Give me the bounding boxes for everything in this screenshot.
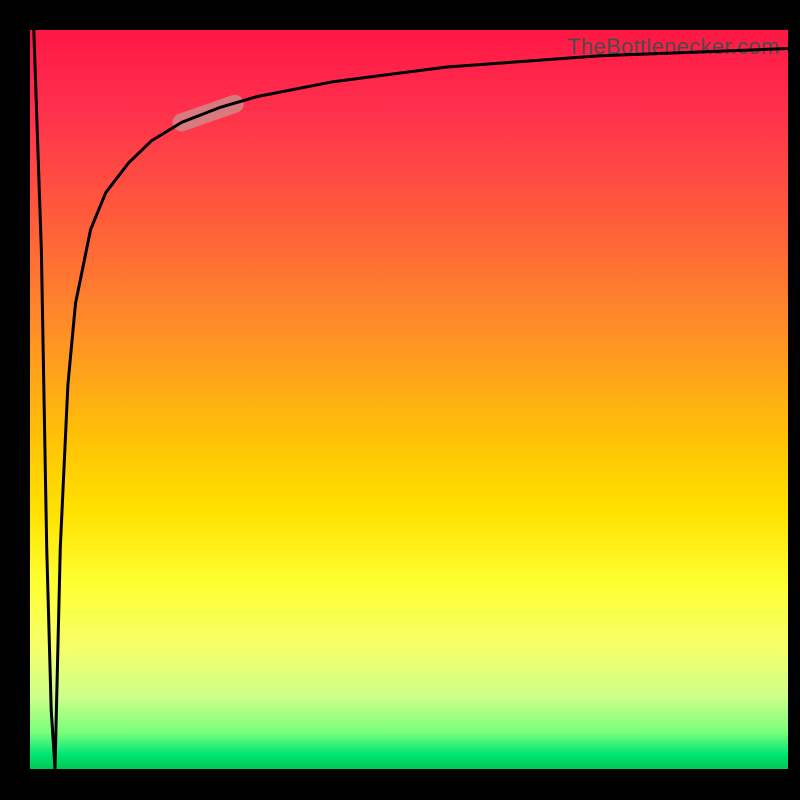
highlight-segment bbox=[182, 104, 235, 123]
curve-layer bbox=[30, 30, 788, 769]
watermark-label: TheBottlenecker.com bbox=[568, 34, 780, 60]
spike-down-path bbox=[34, 30, 55, 769]
chart-canvas: TheBottlenecker.com bbox=[0, 0, 800, 800]
rise-curve-path bbox=[55, 49, 788, 770]
plot-area: TheBottlenecker.com bbox=[30, 30, 788, 769]
